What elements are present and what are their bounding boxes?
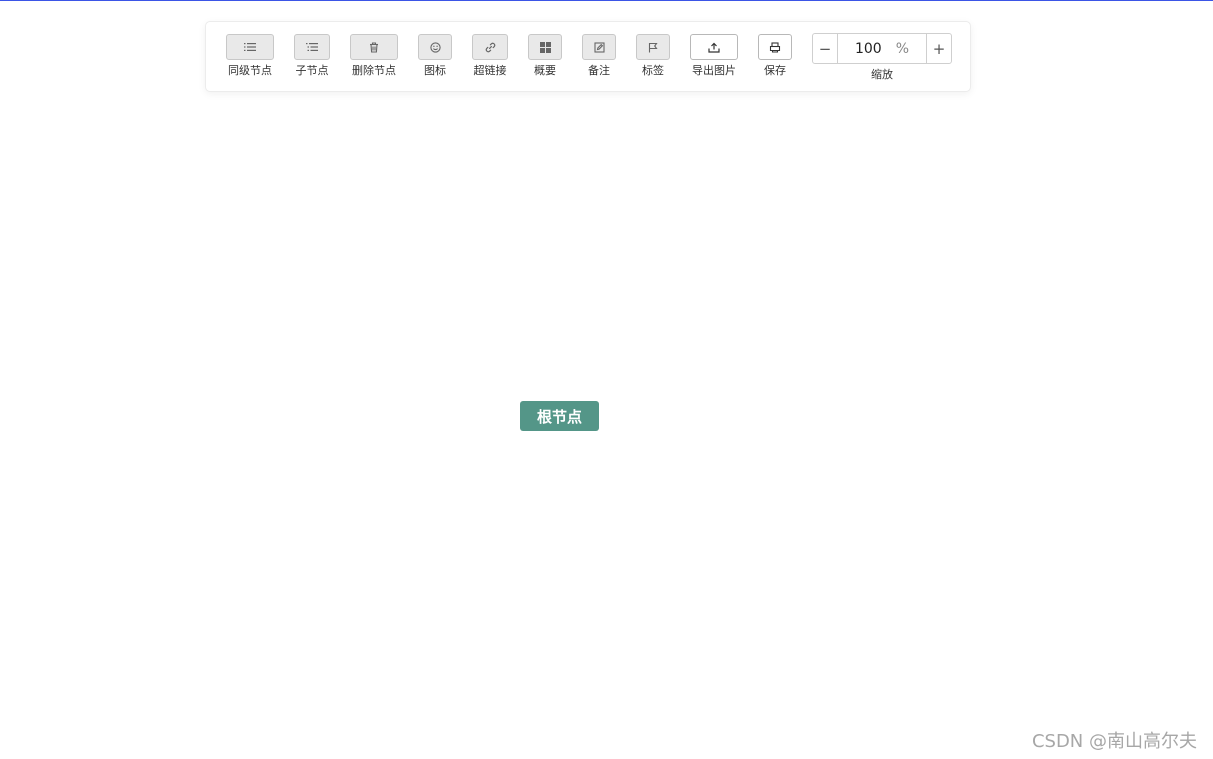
save-tool[interactable]: 保存	[758, 34, 792, 77]
tag-button[interactable]	[636, 34, 670, 60]
hyperlink-tool[interactable]: 超链接	[472, 34, 508, 77]
list-icon	[244, 42, 256, 52]
export-image-label: 导出图片	[692, 64, 736, 77]
trash-icon	[369, 41, 379, 53]
edit-icon	[593, 41, 605, 53]
icon-tool[interactable]: 图标	[418, 34, 452, 77]
icon-label: 图标	[424, 64, 446, 77]
summary-label: 概要	[534, 64, 556, 77]
delete-node-button[interactable]	[350, 34, 398, 60]
watermark: CSDN @南山高尔夫	[1031, 731, 1197, 752]
save-button[interactable]	[758, 34, 792, 60]
indent-list-icon	[306, 42, 318, 52]
upload-icon	[708, 42, 720, 53]
child-node-tool[interactable]: 子节点	[294, 34, 330, 77]
summary-button[interactable]	[528, 34, 562, 60]
percent-sign: %	[895, 40, 910, 57]
icon-button[interactable]	[418, 34, 452, 60]
save-label: 保存	[764, 64, 786, 77]
zoom-in-button[interactable]: +	[926, 34, 951, 63]
summary-tool[interactable]: 概要	[528, 34, 562, 77]
note-label: 备注	[588, 64, 610, 77]
note-button[interactable]	[582, 34, 616, 60]
mindmap-toolbar: 同级节点 子节点 删除节点 图标 超链接 概要 备注 标签 导出图片 保存 − …	[205, 21, 971, 92]
link-icon	[485, 42, 496, 53]
delete-node-label: 删除节点	[352, 64, 396, 77]
zoom-stepper[interactable]: − 100 % +	[812, 33, 952, 64]
hyperlink-label: 超链接	[473, 64, 507, 77]
export-image-button[interactable]	[690, 34, 738, 60]
tag-label: 标签	[642, 64, 664, 77]
zoom-label: 缩放	[871, 68, 893, 81]
child-node-button[interactable]	[294, 34, 330, 60]
top-accent-line	[0, 0, 1213, 1]
printer-icon	[769, 41, 781, 53]
export-image-tool[interactable]: 导出图片	[690, 34, 738, 77]
delete-node-tool[interactable]: 删除节点	[350, 34, 398, 77]
tag-tool[interactable]: 标签	[636, 34, 670, 77]
smiley-icon	[429, 41, 441, 53]
sibling-node-tool[interactable]: 同级节点	[226, 34, 274, 77]
zoom-input[interactable]: 100 %	[838, 34, 926, 63]
note-tool[interactable]: 备注	[582, 34, 616, 77]
root-node[interactable]: 根节点	[520, 401, 599, 431]
sibling-node-label: 同级节点	[228, 64, 272, 77]
sibling-node-button[interactable]	[226, 34, 274, 60]
zoom-out-button[interactable]: −	[813, 34, 838, 63]
hyperlink-button[interactable]	[472, 34, 508, 60]
zoom-control: − 100 % + 缩放	[812, 33, 952, 81]
zoom-value-text: 100	[854, 40, 882, 57]
child-node-label: 子节点	[295, 64, 329, 77]
flag-icon	[648, 42, 658, 53]
grid-icon	[539, 41, 551, 53]
